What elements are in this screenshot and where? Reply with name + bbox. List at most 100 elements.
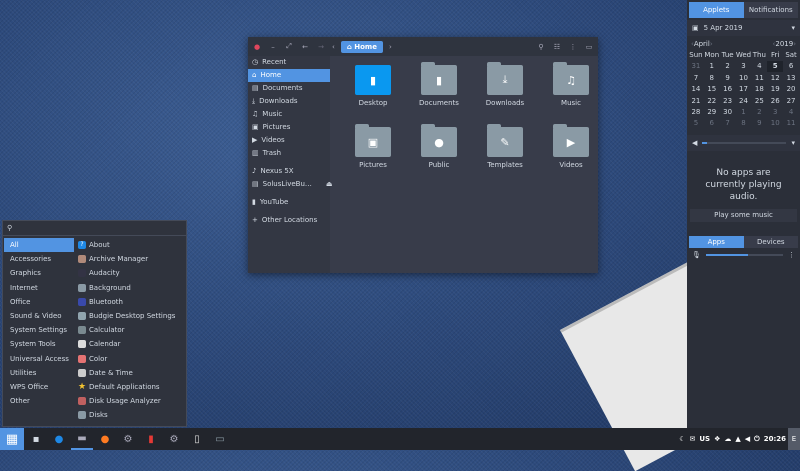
software-center-icon[interactable]: ▮ bbox=[140, 428, 162, 450]
tab-apps[interactable]: Apps bbox=[689, 235, 744, 248]
sidebar-item-documents[interactable]: ▤ Documents bbox=[248, 82, 330, 95]
calendar-day[interactable]: 26 bbox=[767, 96, 783, 106]
category-system-tools[interactable]: System Tools bbox=[4, 337, 74, 351]
calendar-day[interactable]: 1 bbox=[704, 61, 720, 71]
sidebar-item-pictures[interactable]: ▣ Pictures bbox=[248, 121, 330, 134]
calendar-day[interactable]: 24 bbox=[736, 96, 752, 106]
category-sound-video[interactable]: Sound & Video bbox=[4, 309, 74, 323]
files-icon[interactable]: ▬ bbox=[71, 428, 93, 450]
calendar-day[interactable]: 21 bbox=[688, 96, 704, 106]
calendar-day[interactable]: 10 bbox=[736, 73, 752, 83]
calendar-day[interactable]: 13 bbox=[783, 73, 799, 83]
category-office[interactable]: Office bbox=[4, 295, 74, 309]
folder-downloads[interactable]: ⤓ Downloads bbox=[472, 62, 538, 107]
calendar-day[interactable]: 22 bbox=[704, 96, 720, 106]
calendar-day[interactable]: 8 bbox=[736, 118, 752, 128]
folder-templates[interactable]: ✎ Templates bbox=[472, 124, 538, 169]
view-icon[interactable]: ☷ bbox=[552, 43, 562, 51]
calendar-day[interactable]: 3 bbox=[736, 61, 752, 71]
budgie-settings-icon[interactable]: ⚙ bbox=[163, 428, 185, 450]
sidebar-item-soluslivebu-[interactable]: ▤ SolusLiveBu… ⏏ bbox=[248, 178, 333, 191]
notification-icon[interactable]: ▲ bbox=[735, 435, 740, 443]
mic-volume-slider[interactable] bbox=[705, 253, 783, 256]
app-item[interactable]: Archive Manager bbox=[75, 252, 185, 266]
night-light-icon[interactable]: ☾ bbox=[679, 435, 685, 443]
calendar-day[interactable]: 11 bbox=[751, 73, 767, 83]
calendar-day[interactable]: 20 bbox=[783, 84, 799, 94]
calendar-day[interactable]: 5 bbox=[688, 118, 704, 128]
calendar-day[interactable]: 28 bbox=[688, 107, 704, 117]
maximize-icon[interactable]: ⤢ bbox=[284, 42, 294, 51]
forward-icon[interactable]: → bbox=[316, 43, 326, 51]
calendar-day[interactable]: 6 bbox=[704, 118, 720, 128]
tab-applets[interactable]: Applets bbox=[689, 2, 744, 18]
folder-desktop[interactable]: ▮ Desktop bbox=[340, 65, 406, 107]
window-icon[interactable]: ▭ bbox=[584, 43, 594, 51]
menu-search[interactable]: ⚲ bbox=[3, 221, 186, 236]
calendar-day[interactable]: 9 bbox=[751, 118, 767, 128]
calendar-day[interactable]: 27 bbox=[783, 96, 799, 106]
category-utilities[interactable]: Utilities bbox=[4, 366, 74, 380]
volume-slider[interactable] bbox=[702, 141, 787, 144]
show-desktop-icon[interactable]: ▪ bbox=[25, 428, 47, 450]
sidebar-item-downloads[interactable]: ⤓ Downloads bbox=[248, 95, 330, 108]
tab-notifications[interactable]: Notifications bbox=[743, 2, 798, 18]
calendar-day[interactable]: 8 bbox=[704, 73, 720, 83]
calendar-day[interactable]: 10 bbox=[767, 118, 783, 128]
menu-icon[interactable]: ⋮ bbox=[568, 43, 578, 51]
play-music-button[interactable]: Play some music bbox=[690, 208, 797, 222]
installer-icon[interactable]: ● bbox=[48, 428, 70, 450]
path-right-icon[interactable]: › bbox=[389, 43, 392, 51]
sidebar-item-trash[interactable]: ▥ Trash bbox=[248, 147, 330, 160]
calendar-day[interactable]: 9 bbox=[720, 73, 736, 83]
menu-button[interactable]: ▦ bbox=[0, 428, 24, 450]
calendar-day[interactable]: 18 bbox=[751, 84, 767, 94]
calendar-day[interactable]: 11 bbox=[783, 118, 799, 128]
sidebar-item-nexus-5x[interactable]: ♪ Nexus 5X bbox=[248, 165, 330, 178]
calendar-day[interactable]: 1 bbox=[736, 107, 752, 117]
search-icon[interactable]: ⚲ bbox=[536, 43, 546, 51]
folder-pictures[interactable]: ▣ Pictures bbox=[340, 124, 406, 169]
folder-videos[interactable]: ▶ Videos bbox=[538, 124, 604, 169]
category-accessories[interactable]: Accessories bbox=[4, 252, 74, 266]
app-item[interactable]: Disks bbox=[75, 408, 185, 422]
path-left-icon[interactable]: ‹ bbox=[332, 43, 335, 51]
calendar-day[interactable]: 2 bbox=[720, 61, 736, 71]
network-icon[interactable]: ☁ bbox=[724, 435, 731, 443]
volume-icon[interactable]: ◀ bbox=[745, 435, 750, 443]
close-icon[interactable]: ● bbox=[252, 43, 262, 51]
calendar-day[interactable]: 5 bbox=[767, 61, 784, 72]
calendar-day[interactable]: 29 bbox=[704, 107, 720, 117]
screenshot-icon[interactable]: ▭ bbox=[209, 428, 231, 450]
app-item[interactable]: Date & Time bbox=[75, 366, 185, 380]
calendar-day[interactable]: 25 bbox=[751, 96, 767, 106]
calendar-day[interactable]: 3 bbox=[767, 107, 783, 117]
calendar-day[interactable]: 23 bbox=[720, 96, 736, 106]
sidebar-item-other-locations[interactable]: + Other Locations bbox=[248, 214, 330, 227]
mail-icon[interactable]: ✉ bbox=[689, 435, 695, 443]
raven-toggle[interactable]: E bbox=[788, 428, 800, 450]
app-item[interactable]: Bluetooth bbox=[75, 295, 185, 309]
collapse-icon[interactable]: ▾ bbox=[791, 24, 795, 32]
app-item[interactable]: Background bbox=[75, 281, 185, 295]
dropbox-icon[interactable]: ❖ bbox=[714, 435, 720, 443]
settings-icon[interactable]: ⚙ bbox=[117, 428, 139, 450]
app-item[interactable]: ★ Default Applications bbox=[75, 380, 185, 394]
firefox-icon[interactable]: ● bbox=[94, 428, 116, 450]
category-other[interactable]: Other bbox=[4, 394, 74, 408]
clock[interactable]: 20:26 bbox=[764, 435, 786, 443]
calendar-day[interactable]: 19 bbox=[767, 84, 783, 94]
calendar-day[interactable]: 17 bbox=[736, 84, 752, 94]
folder-documents[interactable]: ▮ Documents bbox=[406, 62, 472, 107]
next-year-icon[interactable]: › bbox=[793, 40, 796, 48]
calendar-day[interactable]: 7 bbox=[688, 73, 704, 83]
calendar-day[interactable]: 31 bbox=[688, 61, 704, 71]
back-icon[interactable]: ← bbox=[300, 43, 310, 51]
calendar-day[interactable]: 7 bbox=[720, 118, 736, 128]
app-item[interactable]: Color bbox=[75, 352, 185, 366]
category-all[interactable]: All bbox=[4, 238, 74, 253]
app-item[interactable]: Calculator bbox=[75, 323, 185, 337]
eject-icon[interactable]: ⏏ bbox=[326, 178, 333, 191]
sidebar-item-home[interactable]: ⌂ Home bbox=[248, 69, 330, 82]
text-editor-icon[interactable]: ▯ bbox=[186, 428, 208, 450]
